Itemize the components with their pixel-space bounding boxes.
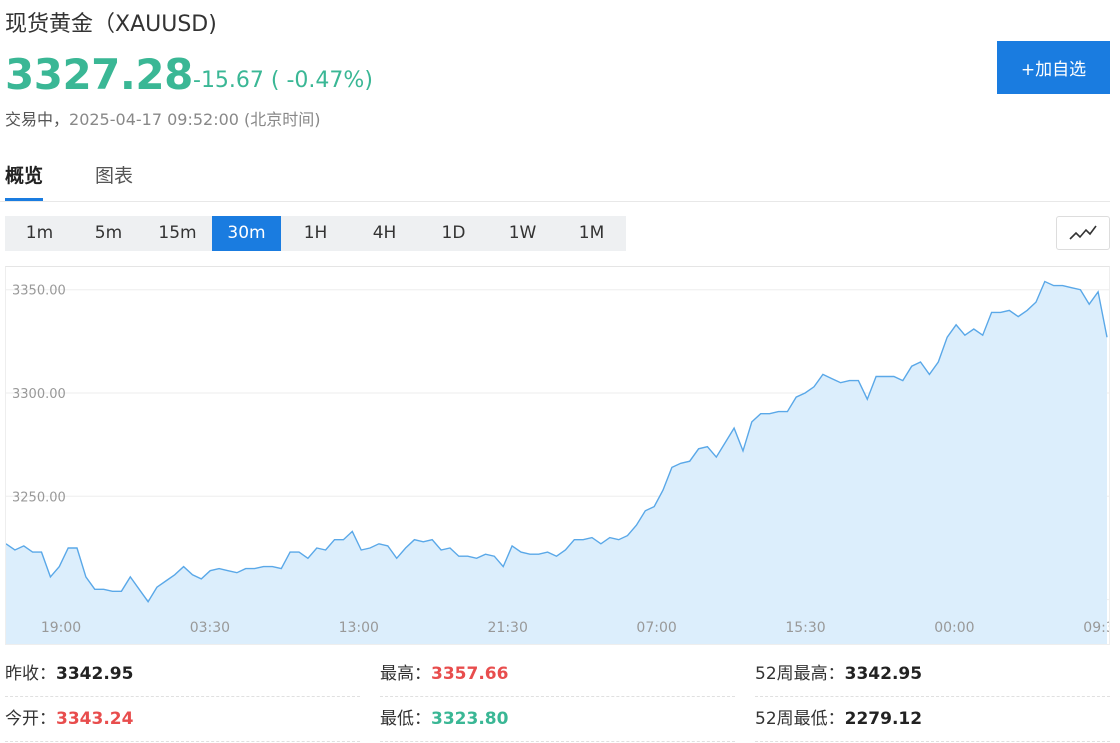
- x-tick-label: 09:3: [1083, 620, 1109, 636]
- range-5m[interactable]: 5m: [74, 216, 143, 251]
- x-tick-label: 21:30: [488, 620, 528, 636]
- range-1d[interactable]: 1D: [419, 216, 488, 251]
- stat-label: 52周最高：: [755, 664, 845, 684]
- range-15m[interactable]: 15m: [143, 216, 212, 251]
- range-1mo[interactable]: 1M: [557, 216, 626, 251]
- stat-value: 2279.12: [844, 709, 923, 729]
- x-tick-label: 00:00: [934, 620, 974, 636]
- y-tick-label: 3300.00: [12, 387, 66, 402]
- price-chart-svg: 3350.003300.003250.003200.0019:0003:3013…: [6, 280, 1109, 644]
- stat-value: 3342.95: [844, 664, 923, 684]
- stat-item: 52周最高：3342.95: [755, 652, 1110, 697]
- y-tick-label: 3250.00: [12, 490, 66, 505]
- range-1h[interactable]: 1H: [281, 216, 350, 251]
- line-chart-icon: [1069, 225, 1097, 240]
- stat-value: 3357.66: [431, 664, 509, 684]
- price-change: -15.67 ( -0.47%): [193, 68, 373, 93]
- stat-item: 今开：3343.24: [5, 697, 360, 742]
- range-30m[interactable]: 30m: [212, 216, 281, 251]
- x-tick-label: 13:00: [339, 620, 379, 636]
- range-1m[interactable]: 1m: [5, 216, 74, 251]
- stat-label: 昨收：: [5, 664, 56, 684]
- stat-value: 3342.95: [56, 664, 134, 684]
- current-price: 3327.28: [5, 50, 193, 99]
- timezone-label: (北京时间): [244, 110, 321, 129]
- stat-label: 最高：: [380, 664, 431, 684]
- range-1w[interactable]: 1W: [488, 216, 557, 251]
- stat-label: 最低：: [380, 709, 431, 729]
- price-chart: 3350.003300.003250.003200.0019:0003:3013…: [5, 266, 1110, 645]
- stat-label: 今开：: [5, 709, 56, 729]
- stat-item: 昨收：3342.95: [5, 652, 360, 697]
- trading-status: 交易中，2025-04-17 09:52:00 (北京时间): [5, 106, 321, 130]
- stat-label: 52周最低：: [755, 709, 845, 729]
- time-range-selector: 1m 5m 15m 30m 1H 4H 1D 1W 1M: [5, 216, 626, 251]
- add-watchlist-button[interactable]: +加自选: [997, 41, 1110, 94]
- chart-type-button[interactable]: [1056, 216, 1110, 250]
- tab-chart[interactable]: 图表: [95, 161, 133, 198]
- page-title: 现货黄金（XAUUSD): [5, 12, 217, 37]
- range-4h[interactable]: 4H: [350, 216, 419, 251]
- x-tick-label: 19:00: [41, 620, 81, 636]
- stat-value: 3323.80: [431, 709, 509, 729]
- x-tick-label: 15:30: [785, 620, 825, 636]
- tab-bar: 概览 图表: [0, 155, 1110, 202]
- y-tick-label: 3350.00: [12, 284, 66, 299]
- status-label: 交易中，: [5, 110, 70, 129]
- timestamp: 2025-04-17 09:52:00: [69, 110, 239, 129]
- x-tick-label: 07:00: [636, 620, 676, 636]
- tab-overview[interactable]: 概览: [5, 161, 44, 201]
- stat-item: 52周最低：2279.12: [755, 697, 1110, 742]
- x-tick-label: 03:30: [190, 620, 230, 636]
- stat-item: 最高：3357.66: [380, 652, 735, 697]
- price-area: [6, 281, 1107, 644]
- stat-item: 最低：3323.80: [380, 697, 735, 742]
- stat-value: 3343.24: [56, 709, 134, 729]
